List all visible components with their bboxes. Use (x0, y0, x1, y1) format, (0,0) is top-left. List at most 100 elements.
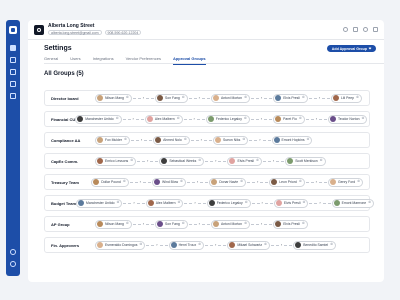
expand-icon[interactable] (373, 27, 378, 32)
remove-icon[interactable]: ⊗ (240, 179, 243, 183)
approver-chip[interactable]: Teodor Norton ⊗ (328, 114, 368, 124)
approver-chip[interactable]: Paret Fio ⊗ (273, 114, 305, 124)
approver-chip[interactable]: Donar Navie ⊗ (209, 177, 246, 187)
remove-icon[interactable]: ⊗ (244, 95, 247, 99)
chart-icon[interactable] (10, 69, 16, 75)
remove-icon[interactable]: ⊗ (184, 137, 187, 141)
approver-chip[interactable]: Fox Mulder ⊗ (95, 135, 130, 145)
add-approval-group-button[interactable]: Add Approval Group (326, 45, 376, 52)
approver-chip[interactable]: Genry Ford ⊗ (328, 177, 363, 187)
approver-chip[interactable]: Ahmed Nolo ⊗ (153, 135, 190, 145)
app-logo[interactable] (9, 26, 17, 34)
approver-chip[interactable]: Antoni Morton ⊗ (210, 219, 250, 229)
approver-chip[interactable]: Esmeraldo Domingos ⊗ (95, 240, 146, 250)
group-row[interactable]: Compliance AA Fox Mulder ⊗ › Ahmed Nolo ⊗ › Sue… (44, 132, 370, 148)
remove-icon[interactable]: ⊗ (126, 221, 129, 225)
group-row[interactable]: Budget Team Manchester Unitdo ⊗ › Alex Malbe… (44, 195, 375, 211)
help-circle-icon[interactable] (363, 27, 368, 32)
settings-icon[interactable] (10, 93, 16, 99)
approver-chip[interactable]: Enrico Lessons ⊗ (95, 156, 137, 166)
approver-chip[interactable]: Nilson Mang ⊗ (95, 219, 132, 229)
remove-icon[interactable]: ⊗ (357, 179, 360, 183)
remove-icon[interactable]: ⊗ (198, 242, 201, 246)
remove-icon[interactable]: ⊗ (302, 200, 305, 204)
remove-icon[interactable]: ⊗ (130, 158, 133, 162)
approver-chip[interactable]: Benedito Samtel ⊗ (293, 240, 336, 250)
remove-icon[interactable]: ⊗ (116, 116, 119, 120)
approver-chip[interactable]: Scott Merkison ⊗ (285, 156, 326, 166)
remove-icon[interactable]: ⊗ (180, 179, 183, 183)
tab-approval-groups[interactable]: Approval Groups (172, 56, 206, 65)
remove-icon[interactable]: ⊗ (117, 200, 120, 204)
approver-chip[interactable]: Dollar Pound ⊗ (91, 177, 129, 187)
clock-icon[interactable] (343, 27, 348, 32)
remove-icon[interactable]: ⊗ (299, 179, 302, 183)
grid-icon[interactable] (10, 45, 16, 51)
remove-icon[interactable]: ⊗ (245, 200, 248, 204)
remove-icon[interactable]: ⊗ (242, 137, 245, 141)
approver-chip[interactable]: Son Fang ⊗ (155, 219, 188, 229)
remove-icon[interactable]: ⊗ (182, 221, 185, 225)
remove-icon[interactable]: ⊗ (177, 116, 180, 120)
approver-chip[interactable]: Alex Malbern ⊗ (145, 198, 184, 208)
calendar-icon[interactable] (353, 27, 358, 32)
approver-chip[interactable]: Elvis Presli ⊗ (273, 219, 308, 229)
address-selector[interactable]: Alberta Long Street alberta.long.street@… (48, 24, 142, 35)
remove-icon[interactable]: ⊗ (320, 158, 323, 162)
group-row[interactable]: Director board Nilson Mang ⊗ › Son Fang ⊗ › Ant… (44, 90, 370, 106)
remove-icon[interactable]: ⊗ (244, 221, 247, 225)
remove-icon[interactable]: ⊗ (302, 95, 305, 99)
remove-icon[interactable]: ⊗ (356, 95, 359, 99)
remove-icon[interactable]: ⊗ (299, 116, 302, 120)
approver-chip[interactable]: Federico Legaloy ⊗ (205, 114, 250, 124)
tab-vendor-preferences[interactable]: Vendor Preferences (126, 56, 161, 63)
approver-chip[interactable]: Manchester Unitdo ⊗ (76, 198, 123, 208)
approver-chip[interactable]: Son Fang ⊗ (155, 93, 188, 103)
folder-icon[interactable] (10, 81, 16, 87)
approver-chip[interactable]: Lili Peep ⊗ (331, 93, 362, 103)
remove-icon[interactable]: ⊗ (126, 95, 129, 99)
approver-chip[interactable]: Emont Hopkins ⊗ (271, 135, 313, 145)
approver-name: Manchester Unitdo (85, 117, 114, 121)
remove-icon[interactable]: ⊗ (362, 116, 365, 120)
tab-integrations[interactable]: Integrations (93, 56, 114, 63)
remove-icon[interactable]: ⊗ (330, 242, 333, 246)
approver-chip[interactable]: Henri Troux ⊗ (168, 240, 204, 250)
users-icon[interactable] (10, 57, 16, 63)
approver-chip[interactable]: Alex Malbern ⊗ (144, 114, 183, 124)
group-row[interactable]: Treasury Team Dollar Pound ⊗ › Wind Blow ⊗ › Do… (44, 174, 370, 190)
logout-icon[interactable] (10, 261, 16, 267)
group-row[interactable]: AP Group Nilson Mang ⊗ › Son Fang ⊗ › Antoni Mo… (44, 216, 370, 232)
group-row[interactable]: Fin. Approvers Esmeraldo Domingos ⊗ › Henri … (44, 237, 370, 253)
remove-icon[interactable]: ⊗ (307, 137, 310, 141)
remove-icon[interactable]: ⊗ (178, 200, 181, 204)
tab-users[interactable]: Users (70, 56, 80, 63)
help-icon[interactable] (10, 249, 16, 255)
approver-chip[interactable]: Federico Legaloy ⊗ (206, 198, 251, 208)
remove-icon[interactable]: ⊗ (368, 200, 371, 204)
approver-chip[interactable]: Manchester Unitdo ⊗ (75, 114, 122, 124)
group-row[interactable]: Financial CU Manchester Unitdo ⊗ › Alex Malb… (44, 111, 370, 127)
remove-icon[interactable]: ⊗ (124, 137, 127, 141)
approver-chip[interactable]: Antoni Morton ⊗ (210, 93, 250, 103)
approver-chip[interactable]: Leon Priord ⊗ (269, 177, 305, 187)
remove-icon[interactable]: ⊗ (244, 116, 247, 120)
approver-chip[interactable]: Wind Blow ⊗ (152, 177, 186, 187)
approver-chip[interactable]: Sueon Niks ⊗ (213, 135, 249, 145)
remove-icon[interactable]: ⊗ (123, 179, 126, 183)
remove-icon[interactable]: ⊗ (256, 158, 259, 162)
approver-chip[interactable]: Elvis Presli ⊗ (273, 198, 309, 208)
approver-chip[interactable]: Nilson Mang ⊗ (95, 93, 132, 103)
approver-chip[interactable]: Sebastical Weeks ⊗ (159, 156, 205, 166)
remove-icon[interactable]: ⊗ (139, 242, 142, 246)
remove-icon[interactable]: ⊗ (198, 158, 201, 162)
group-row[interactable]: CapEx Comm. Enrico Lessons ⊗ › Sebastical We… (44, 153, 370, 169)
remove-icon[interactable]: ⊗ (182, 95, 185, 99)
approver-chip[interactable]: Elvis Presli ⊗ (227, 156, 262, 166)
approver-chip[interactable]: Elvis Presli ⊗ (273, 93, 308, 103)
remove-icon[interactable]: ⊗ (264, 242, 267, 246)
approver-chip[interactable]: Mikael Schwartz ⊗ (227, 240, 270, 250)
remove-icon[interactable]: ⊗ (302, 221, 305, 225)
tab-general[interactable]: General (44, 56, 58, 63)
approver-chip[interactable]: Emont Marrrone ⊗ (331, 198, 375, 208)
